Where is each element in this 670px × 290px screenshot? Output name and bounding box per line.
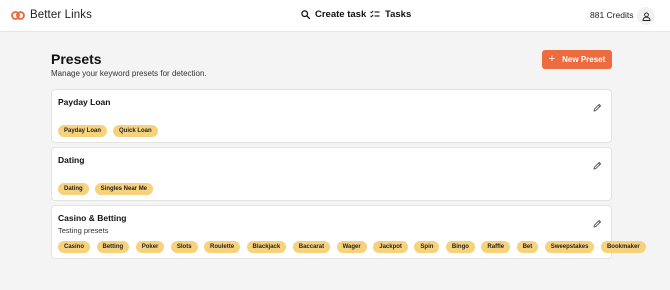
pencil-icon	[593, 219, 601, 227]
pencil-icon	[593, 103, 601, 111]
keyword-tag: Sweepstakes	[544, 241, 595, 253]
checklist-icon	[370, 10, 380, 18]
credits-count: 881 Credits	[590, 10, 634, 20]
keyword-tag: Baccarat	[292, 241, 331, 253]
new-preset-label: New Preset	[562, 55, 606, 64]
keyword-tag: Poker	[135, 241, 165, 253]
plus-icon: +	[548, 53, 556, 65]
page-subtitle: Manage your keyword presets for detectio…	[51, 69, 207, 78]
preset-title: Payday Loan	[58, 97, 111, 107]
keyword-tag: Dating	[58, 183, 89, 195]
keyword-tag: Bookmaker	[600, 241, 646, 253]
link-logo-icon	[11, 10, 25, 20]
pencil-icon	[593, 161, 601, 169]
keyword-tag: Bingo	[445, 241, 475, 253]
nav-create-task-label: Create task	[315, 9, 367, 20]
keyword-tag: Payday Loan	[58, 125, 108, 137]
preset-description: Testing presets	[58, 226, 109, 235]
app-name: Better Links	[30, 9, 92, 21]
keyword-tag: Spin	[414, 241, 440, 253]
preset-card-dating: Dating Dating Singles Near Me	[51, 147, 612, 201]
edit-preset-button[interactable]	[591, 217, 603, 229]
preset-tags: Payday Loan Quick Loan	[58, 125, 158, 137]
brand[interactable]: Better Links	[11, 9, 92, 21]
top-bar: Better Links Create task Tasks 881 Credi…	[0, 0, 670, 32]
keyword-tag: Jackpot	[373, 241, 408, 253]
keyword-tag: Singles Near Me	[94, 183, 154, 195]
edit-preset-button[interactable]	[591, 101, 603, 113]
keyword-tag: Casino	[58, 241, 91, 253]
preset-card-casino-betting: Casino & Betting Testing presets Casino …	[51, 205, 646, 259]
keyword-tag: Betting	[96, 241, 130, 253]
preset-title: Dating	[58, 155, 85, 165]
edit-preset-button[interactable]	[591, 159, 603, 171]
keyword-tag: Blackjack	[246, 241, 287, 253]
user-icon	[642, 11, 650, 21]
keyword-tag: Slots	[170, 241, 198, 253]
keyword-tag: Quick Loan	[113, 125, 158, 137]
search-icon	[301, 10, 310, 19]
nav-tasks[interactable]: Tasks	[370, 9, 411, 20]
preset-tags: Dating Singles Near Me	[58, 183, 154, 195]
preset-card-payday-loan: Payday Loan Payday Loan Quick Loan	[51, 89, 612, 143]
new-preset-button[interactable]: + New Preset	[542, 50, 612, 69]
keyword-tag: Raffle	[481, 241, 511, 253]
keyword-tag: Wager	[336, 241, 367, 253]
keyword-tag: Roulette	[204, 241, 241, 253]
nav-create-task[interactable]: Create task	[301, 9, 366, 20]
preset-tags: Casino Betting Poker Slots Roulette Blac…	[58, 241, 646, 253]
page-title: Presets	[51, 51, 102, 67]
keyword-tag: Bet	[516, 241, 539, 253]
user-menu-button[interactable]	[637, 7, 655, 25]
nav-tasks-label: Tasks	[385, 9, 412, 20]
preset-title: Casino & Betting	[58, 213, 127, 223]
